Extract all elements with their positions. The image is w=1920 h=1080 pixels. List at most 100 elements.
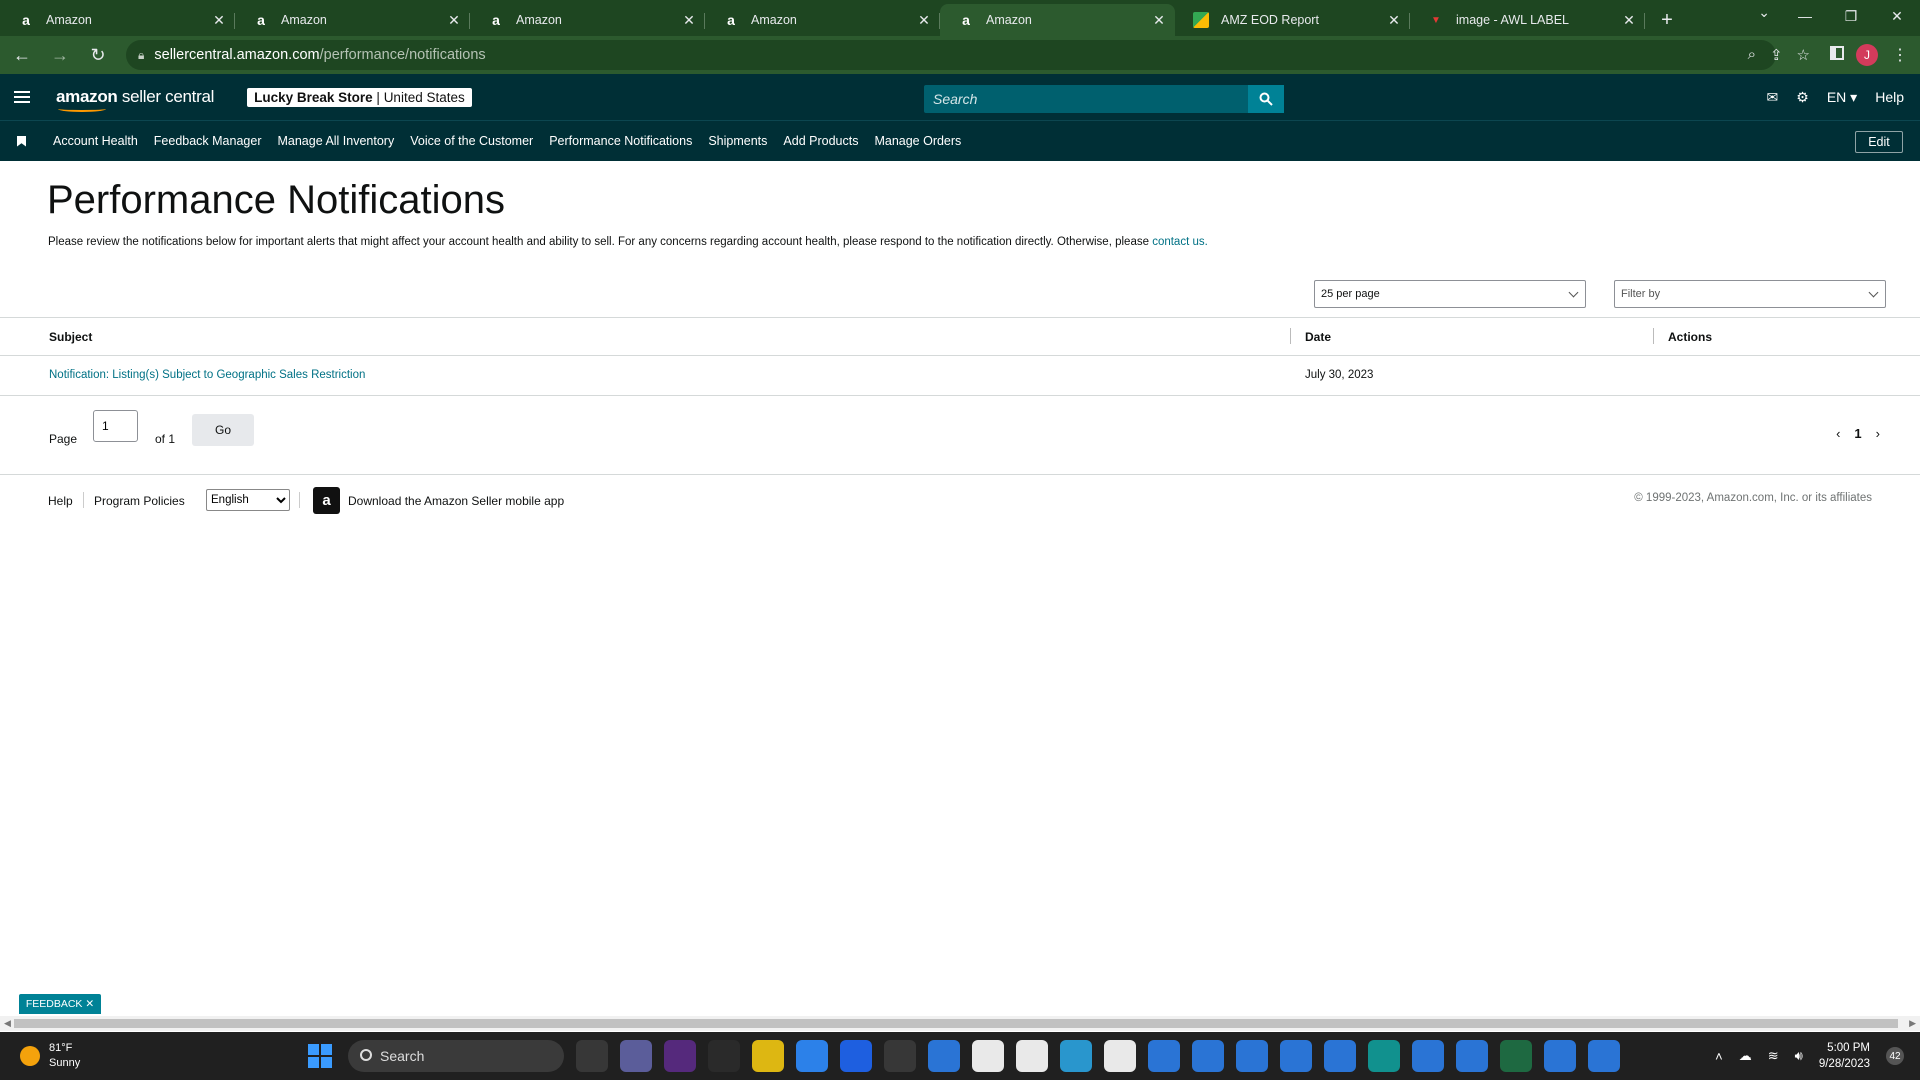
forward-icon[interactable]: → <box>44 39 76 71</box>
taskbar-app-icon[interactable] <box>576 1040 608 1072</box>
browser-tab[interactable]: a Amazon ✕ <box>235 4 470 36</box>
tab-search-icon[interactable]: ⌄ <box>1758 4 1770 21</box>
back-icon[interactable]: ← <box>6 39 38 71</box>
lock-icon[interactable]: 🔒︎ <box>138 48 144 63</box>
volume-icon[interactable]: 🔊︎ <box>1795 1048 1803 1064</box>
mail-icon[interactable]: ✉ <box>1767 89 1779 106</box>
new-tab-button[interactable]: + <box>1651 4 1683 36</box>
weather-widget[interactable]: 81°F Sunny <box>20 1041 80 1071</box>
close-tab-icon[interactable]: ✕ <box>681 12 697 29</box>
browser-tab[interactable]: a Amazon ✕ <box>940 4 1175 36</box>
contact-us-link[interactable]: contact us. <box>1152 236 1208 248</box>
taskbar-app-icon[interactable] <box>972 1040 1004 1072</box>
nav-link[interactable]: Performance Notifications <box>549 134 692 148</box>
taskbar-app-icon[interactable] <box>1500 1040 1532 1072</box>
feedback-tab[interactable]: FEEDBACK ✕ <box>19 994 101 1014</box>
reload-icon[interactable]: ↻ <box>82 39 114 71</box>
chrome-menu-icon[interactable]: ⋮ <box>1892 45 1908 65</box>
bookmark-icon[interactable] <box>17 135 26 147</box>
search-input[interactable] <box>924 85 1248 113</box>
close-tab-icon[interactable]: ✕ <box>1621 12 1637 29</box>
browser-tab[interactable]: AMZ EOD Report ✕ <box>1175 4 1410 36</box>
taskbar-app-icon[interactable] <box>1236 1040 1268 1072</box>
previous-page-icon[interactable]: ‹ <box>1836 426 1840 441</box>
settings-gear-icon[interactable]: ⚙ <box>1796 89 1809 106</box>
taskbar-app-icon[interactable] <box>1324 1040 1356 1072</box>
browser-tab[interactable]: a Amazon ✕ <box>0 4 235 36</box>
taskbar-app-icon[interactable] <box>1368 1040 1400 1072</box>
nav-link[interactable]: Manage All Inventory <box>277 134 394 148</box>
close-tab-icon[interactable]: ✕ <box>1386 12 1402 29</box>
share-icon[interactable]: ⇪ <box>1770 46 1783 64</box>
wifi-icon[interactable]: ≋ <box>1768 1048 1779 1064</box>
footer-language-select[interactable]: English <box>206 489 290 511</box>
taskbar-app-icon[interactable] <box>1544 1040 1576 1072</box>
filter-select[interactable]: Filter by <box>1614 280 1886 308</box>
scrollbar-thumb[interactable] <box>14 1019 1898 1028</box>
per-page-select[interactable]: 25 per page <box>1314 280 1586 308</box>
taskbar-app-icon[interactable] <box>1280 1040 1312 1072</box>
chevron-up-icon[interactable]: ˄ <box>1715 1049 1723 1064</box>
restore-icon[interactable]: ❐ <box>1828 0 1874 32</box>
taskbar-app-icon[interactable] <box>1060 1040 1092 1072</box>
taskbar-app-icon[interactable] <box>1192 1040 1224 1072</box>
taskbar-search[interactable]: Search <box>348 1040 564 1072</box>
close-tab-icon[interactable]: ✕ <box>916 12 932 29</box>
browser-tab[interactable]: ▼ image - AWL LABEL ✕ <box>1410 4 1645 36</box>
notification-subject-link[interactable]: Notification: Listing(s) Subject to Geog… <box>49 369 365 381</box>
taskbar-app-icon[interactable] <box>620 1040 652 1072</box>
close-tab-icon[interactable]: ✕ <box>446 12 462 29</box>
seller-central-logo[interactable]: amazon seller central <box>56 87 214 112</box>
nav-link[interactable]: Add Products <box>783 134 858 148</box>
zoom-icon[interactable]: ⌕ <box>1748 46 1756 64</box>
taskbar-app-icon[interactable] <box>1456 1040 1488 1072</box>
taskbar-app-icon[interactable] <box>796 1040 828 1072</box>
address-bar[interactable]: 🔒︎ sellercentral.amazon.com /performance… <box>126 40 1776 70</box>
taskbar-app-icon[interactable] <box>1412 1040 1444 1072</box>
program-policies-link[interactable]: Program Policies <box>94 494 185 508</box>
nav-link[interactable]: Voice of the Customer <box>410 134 533 148</box>
side-panel-icon[interactable] <box>1830 46 1844 60</box>
browser-tab[interactable]: a Amazon ✕ <box>705 4 940 36</box>
nav-link[interactable]: Account Health <box>53 134 138 148</box>
hamburger-menu-icon[interactable] <box>14 91 30 103</box>
clock[interactable]: 5:00 PM 9/28/2023 <box>1819 1040 1870 1072</box>
taskbar-app-icon[interactable] <box>1588 1040 1620 1072</box>
windows-start-icon[interactable] <box>308 1044 332 1068</box>
scroll-left-icon[interactable]: ◀ <box>4 1018 11 1029</box>
taskbar-app-icon[interactable] <box>884 1040 916 1072</box>
notification-badge[interactable]: 42 <box>1886 1047 1904 1065</box>
edit-nav-button[interactable]: Edit <box>1855 131 1903 153</box>
taskbar-app-icon[interactable] <box>928 1040 960 1072</box>
current-page-number[interactable]: 1 <box>1854 426 1861 441</box>
bookmark-star-icon[interactable]: ☆ <box>1797 46 1810 64</box>
close-window-icon[interactable]: ✕ <box>1874 0 1920 32</box>
taskbar-app-icon[interactable] <box>1104 1040 1136 1072</box>
footer-help-link[interactable]: Help <box>48 494 73 508</box>
horizontal-scrollbar[interactable]: ◀ ▶ <box>0 1016 1920 1031</box>
taskbar-app-icon[interactable] <box>840 1040 872 1072</box>
language-selector[interactable]: EN ▾ <box>1827 89 1857 106</box>
close-tab-icon[interactable]: ✕ <box>1151 12 1167 29</box>
page-number-input[interactable] <box>93 410 138 442</box>
profile-avatar[interactable]: J <box>1856 44 1878 66</box>
close-tab-icon[interactable]: ✕ <box>211 12 227 29</box>
taskbar-app-icon[interactable] <box>752 1040 784 1072</box>
onedrive-cloud-icon[interactable]: ☁ <box>1739 1048 1752 1064</box>
scroll-right-icon[interactable]: ▶ <box>1909 1018 1916 1029</box>
next-page-icon[interactable]: › <box>1876 426 1880 441</box>
taskbar-app-icon[interactable] <box>708 1040 740 1072</box>
taskbar-app-icon[interactable] <box>664 1040 696 1072</box>
nav-link[interactable]: Feedback Manager <box>154 134 262 148</box>
download-app-link[interactable]: a Download the Amazon Seller mobile app <box>313 487 564 514</box>
store-switcher[interactable]: Lucky Break Store | United States <box>247 87 472 107</box>
search-button[interactable] <box>1248 85 1284 113</box>
go-button[interactable]: Go <box>192 414 254 446</box>
nav-link[interactable]: Manage Orders <box>874 134 961 148</box>
help-link[interactable]: Help <box>1875 89 1904 105</box>
minimize-icon[interactable]: — <box>1782 0 1828 32</box>
browser-tab[interactable]: a Amazon ✕ <box>470 4 705 36</box>
taskbar-app-icon[interactable] <box>1148 1040 1180 1072</box>
nav-link[interactable]: Shipments <box>708 134 767 148</box>
taskbar-app-icon[interactable] <box>1016 1040 1048 1072</box>
